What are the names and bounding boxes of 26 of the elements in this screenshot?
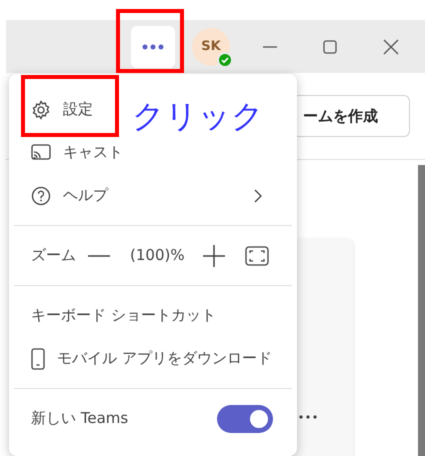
menu-item[interactable]: キャスト [9, 131, 135, 174]
avatar-initials: SK [201, 38, 221, 56]
menu-item[interactable]: ヘルプ [9, 174, 297, 217]
close-icon[interactable] [383, 38, 399, 54]
highlight-frame [116, 9, 184, 73]
more-icon [142, 44, 164, 50]
zoom-out-icon[interactable] [88, 254, 110, 258]
menu-item[interactable]: 設定 [9, 88, 105, 131]
scrollbar[interactable] [418, 165, 425, 456]
settings-icon [31, 100, 51, 120]
help-icon [31, 186, 51, 206]
avatar[interactable]: SK [192, 28, 230, 66]
toggle-switch[interactable] [217, 404, 273, 432]
maximize-icon[interactable] [323, 40, 337, 54]
toggle-label: 新しい Teams [31, 408, 128, 430]
cast-icon [31, 144, 51, 162]
zoom-value: (100)% [130, 245, 185, 266]
phone-icon [31, 348, 45, 370]
menu-item[interactable]: キーボード ショートカット [9, 294, 228, 337]
more-icon[interactable] [299, 415, 317, 419]
more-button[interactable] [131, 26, 175, 68]
fullscreen-icon[interactable] [244, 246, 269, 266]
zoom-label: ズーム [31, 245, 76, 266]
menu-item[interactable]: モバイル アプリをダウンロード [9, 337, 284, 380]
annotation-text: クリック [132, 96, 264, 137]
zoom-in-icon[interactable] [202, 244, 225, 266]
